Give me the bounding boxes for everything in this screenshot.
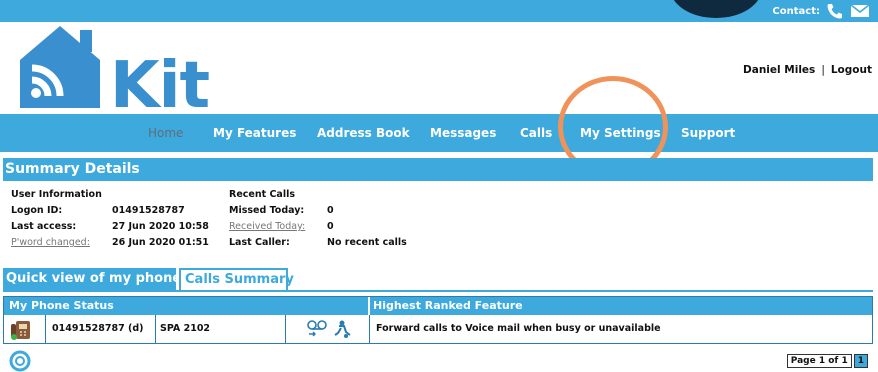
contact-label: Contact: <box>772 5 820 17</box>
last-access-value: 27 Jun 2020 10:58 <box>112 221 209 232</box>
nav-support[interactable]: Support <box>681 114 735 152</box>
missed-label: Missed Today: <box>229 205 305 216</box>
user-separator: | <box>821 64 825 76</box>
received-value: 0 <box>327 221 334 232</box>
nav-my-features[interactable]: My Features <box>213 114 296 152</box>
logo-text: Kit <box>110 49 210 123</box>
summary-title: Summary Details <box>3 158 873 181</box>
pword-changed-value: 26 Jun 2020 01:51 <box>112 237 209 248</box>
phone-status-table: My Phone Status Highest Ranked Feature 0… <box>3 296 873 344</box>
phone-icon-cell <box>4 315 46 343</box>
desk-phone-icon <box>11 321 30 340</box>
contact-area: Contact: <box>772 2 870 20</box>
user-name: Daniel Miles <box>743 64 816 76</box>
logout-link[interactable]: Logout <box>831 64 872 76</box>
last-caller-label: Last Caller: <box>229 237 290 248</box>
nav-messages[interactable]: Messages <box>430 114 496 152</box>
last-caller-value: No recent calls <box>327 237 407 248</box>
page-number-button[interactable]: 1 <box>853 354 868 368</box>
house-wifi-icon <box>20 26 100 108</box>
tab-calls-summary[interactable]: Calls Summary <box>179 268 294 290</box>
refresh-icon[interactable] <box>9 350 31 372</box>
phone-icon[interactable] <box>826 3 844 19</box>
nav-address-book[interactable]: Address Book <box>317 114 410 152</box>
received-today-link[interactable]: Received Today: <box>229 219 305 235</box>
nav-calls[interactable]: Calls <box>520 114 552 152</box>
pager: Page 1 of 1 1 <box>786 354 868 368</box>
nav-home[interactable]: Home <box>148 114 183 152</box>
last-access-label: Last access: <box>11 221 77 232</box>
col-phone-status: My Phone Status <box>9 299 114 312</box>
kit-logo[interactable]: Kit <box>18 24 210 118</box>
highest-feature-text: Forward calls to Voice mail when busy or… <box>376 323 661 334</box>
user-info-heading: User Information <box>11 189 102 200</box>
page-of-label: Page 1 of 1 <box>786 354 852 368</box>
missed-value: 0 <box>327 205 334 216</box>
user-area: Daniel Miles | Logout <box>743 64 872 76</box>
logon-value: 01491528787 <box>112 205 185 216</box>
tab-underline <box>3 290 873 292</box>
logon-label: Logon ID: <box>11 205 63 216</box>
main-nav: Home My Features Address Book Messages C… <box>0 114 878 152</box>
phone-number: 01491528787 (d) <box>46 315 156 343</box>
voicemail-forward-icon[interactable] <box>306 319 354 339</box>
col-highest-feature: Highest Ranked Feature <box>373 299 523 312</box>
table-row[interactable]: 01491528787 (d) SPA 2102 Forward calls t… <box>4 315 872 343</box>
header-divider <box>368 297 370 315</box>
recent-calls-heading: Recent Calls <box>229 189 295 200</box>
tab-quick-view[interactable]: Quick view of my phones <box>3 268 189 290</box>
pword-changed-link[interactable]: P'word changed: <box>11 235 90 251</box>
mail-icon[interactable] <box>850 3 870 19</box>
feature-icons-cell <box>286 315 370 343</box>
phone-model: SPA 2102 <box>156 315 286 343</box>
table-header: My Phone Status Highest Ranked Feature <box>4 297 872 315</box>
